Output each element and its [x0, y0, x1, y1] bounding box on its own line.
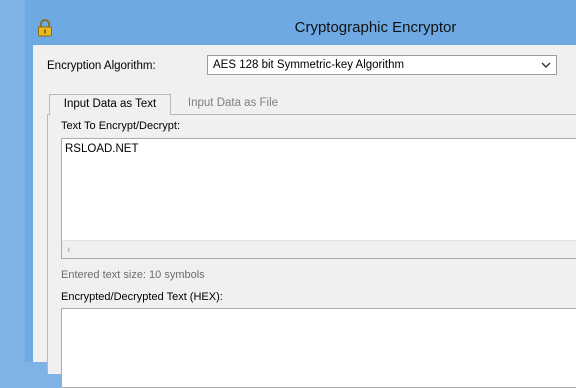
client-area: Encryption Algorithm: AES 128 bit Symmet…: [33, 45, 576, 388]
title-bar[interactable]: Cryptographic Encryptor: [25, 14, 576, 44]
tab-input-file[interactable]: Input Data as File: [173, 94, 293, 114]
algorithm-label: Encryption Algorithm:: [47, 60, 156, 72]
output-text-label: Encrypted/Decrypted Text (HEX):: [61, 291, 223, 303]
scroll-left-icon[interactable]: ‹: [67, 244, 71, 256]
input-text-label: Text To Encrypt/Decrypt:: [61, 120, 181, 132]
algorithm-select[interactable]: AES 128 bit Symmetric-key Algorithm: [207, 55, 557, 75]
text-size-status: Entered text size: 10 symbols: [61, 269, 205, 281]
horizontal-scrollbar[interactable]: ‹: [62, 240, 576, 258]
tab-panel-text: Text To Encrypt/Decrypt: RSLOAD.NET ‹ En…: [47, 114, 576, 388]
tab-input-text[interactable]: Input Data as Text: [49, 94, 171, 115]
algorithm-selected-value: AES 128 bit Symmetric-key Algorithm: [213, 59, 405, 71]
chevron-down-icon: [541, 62, 551, 68]
output-hex-area[interactable]: [61, 308, 576, 388]
input-text-value: RSLOAD.NET: [65, 143, 139, 155]
input-text-area[interactable]: RSLOAD.NET ‹: [61, 138, 576, 259]
window-title: Cryptographic Encryptor: [294, 19, 457, 36]
